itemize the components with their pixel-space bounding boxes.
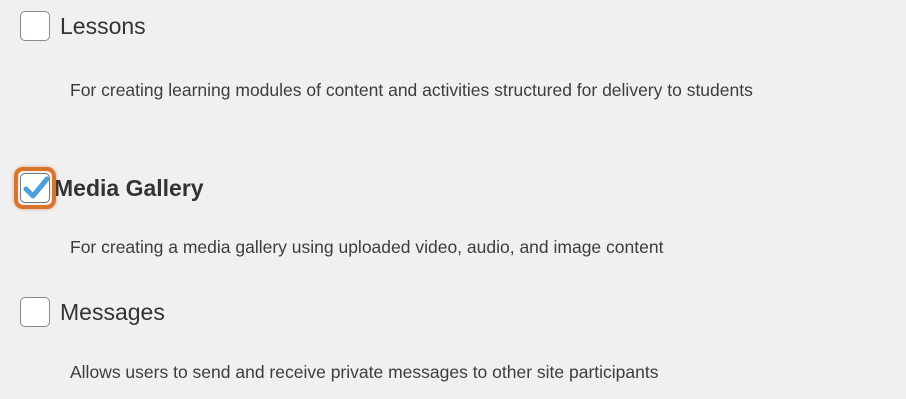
messages-checkbox[interactable] [20,297,50,327]
tool-media-gallery-title: Media Gallery [54,174,204,201]
tool-messages-title: Messages [60,298,165,325]
tool-media-gallery-row: Media Gallery [14,167,204,209]
lessons-checkbox[interactable] [20,11,50,41]
tool-lessons-row: Lessons [20,11,146,41]
tool-messages-description: Allows users to send and receive private… [70,362,659,382]
media-gallery-checkbox[interactable] [14,167,56,209]
tool-lessons-description: For creating learning modules of content… [70,80,753,100]
tool-messages-row: Messages [20,297,165,327]
checkmark-icon [23,176,50,199]
tool-media-gallery-description: For creating a media gallery using uploa… [70,237,664,257]
tool-lessons-title: Lessons [60,12,146,39]
